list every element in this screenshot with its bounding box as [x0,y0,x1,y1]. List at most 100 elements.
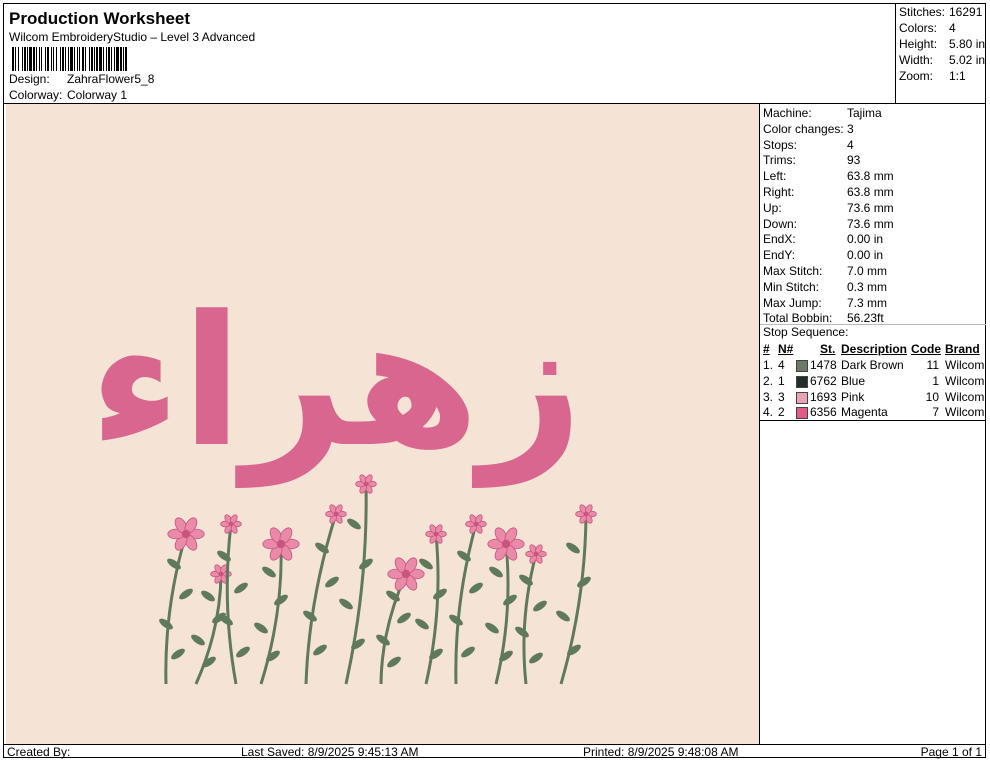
info-label: Trims: [763,153,796,168]
stem [225,523,238,685]
info-value: 0.00 in [847,248,884,263]
flower-center [218,571,224,577]
leaf [556,610,570,622]
leaf [503,594,517,606]
leaf [159,618,173,630]
col-code: Code [911,342,941,356]
machine-info-row: Trims: 93 [763,153,860,169]
leaf [529,652,543,664]
leaf [254,622,268,634]
machine-info-row: EndX: 0.00 in [763,232,883,248]
flower-center [276,539,286,549]
leaf [179,588,193,600]
flower-center [433,531,439,537]
color-code: 10 [925,389,939,404]
flower-center [181,529,191,539]
machine-info-row: Max Jump: 7.3 mm [763,296,887,312]
seq-number: 4. [763,405,774,420]
info-value: 63.8 mm [847,169,894,184]
info-value: Tajima [847,106,882,120]
info-label: EndX: [763,232,796,247]
info-label: Color changes: [763,121,844,136]
machine-info-row: Color changes: 3 [763,122,854,138]
info-value: 73.6 mm [847,216,894,231]
thread-brand: Wilcom [945,358,985,372]
flower-center [533,551,539,557]
leaf [397,612,411,624]
color-swatch [796,360,808,372]
color-swatch [796,391,808,404]
leaf [566,542,580,554]
created-by: Created By: [7,745,71,759]
info-value: 73.6 mm [847,200,894,215]
leaf [415,618,429,630]
software-subtitle: Wilcom EmbroideryStudio – Level 3 Advanc… [9,30,256,44]
design-label: Design: [9,72,50,86]
leaf [533,600,547,612]
info-label: Max Stitch: [763,264,823,278]
stitch-count: 1478 [810,358,837,372]
color-description: Pink [841,389,865,404]
stem [344,483,368,685]
stats-panel: Stitches: 16291 Colors: 4 Height: 5.80 in W… [895,3,986,104]
machine-info-row: Left: 63.8 mm [763,169,894,185]
seq-number: 3. [763,389,774,404]
flower-center [583,511,589,517]
machine-info-panel: Machine: Tajima Color changes: 3 Stops: 4 Trim… [759,104,986,744]
thread-brand: Wilcom [945,373,985,388]
col-description: Description [841,342,908,356]
stop-sequence-row: 1. 4 1478 Dark Brown 11 Wilcom [760,358,986,374]
stat-width: Width: 5.02 in [899,53,986,67]
info-label: Right: [763,185,795,199]
col-brand: Brand [945,342,980,356]
stem [379,573,408,685]
stop-sequence-row: 2. 1 6762 Blue 1 Wilcom [760,374,986,390]
info-value: 7.3 mm [847,295,888,310]
stem [494,543,510,685]
machine-info-row: Down: 73.6 mm [763,217,894,233]
flower-center [333,511,339,517]
leaf [262,566,276,578]
machine-info-row: Machine: Tajima [763,106,882,122]
leaf [489,566,503,578]
info-label: Left: [763,169,787,184]
colorway-label: Colorway: [9,88,63,102]
stem [424,533,440,685]
machine-info-row: Min Stitch: 0.3 mm [763,280,887,296]
thread-brand: Wilcom [945,405,985,420]
stat-colors: Colors: 4 [899,21,956,35]
stem [522,553,538,685]
worksheet-header: Production Worksheet Wilcom EmbroiderySt… [3,3,895,104]
worksheet-footer: Created By: Last Saved: 8/9/2025 9:45:13… [3,744,986,759]
leaf [387,656,401,668]
barcode [12,47,210,71]
leaf [419,558,433,570]
stop-sequence-row: 3. 3 1693 Pink 10 Wilcom [760,390,986,406]
needle-number: 3 [778,389,785,404]
design-preview[interactable]: زهراء [6,104,759,744]
leaf [461,646,475,658]
printed-date: Printed: 8/9/2025 9:48:08 AM [583,745,739,759]
color-code: 7 [932,405,939,420]
sequence-end-line [760,420,986,421]
info-label: EndY: [763,248,796,263]
leaf [515,626,529,638]
page-number: Page 1 of 1 [920,745,982,759]
colorway-value: Colorway 1 [67,88,128,102]
barcode-bar [127,47,128,71]
leaf [171,648,185,660]
leaf [339,598,353,610]
machine-info-row: Up: 73.6 mm [763,201,894,217]
leaf [274,594,288,606]
color-code: 1 [932,373,939,388]
flower-center [228,521,234,527]
leaf [313,644,327,656]
leaf [325,576,339,588]
flower-center [473,521,479,527]
stop-sequence-row: 4. 2 6356 Magenta 7 Wilcom [760,405,986,421]
leaf [449,614,463,626]
color-swatch [796,375,808,388]
machine-info-row: Max Stitch: 7.0 mm [763,264,887,280]
machine-info-row: Stops: 4 [763,138,854,154]
embroidery-design: زهراء [89,278,597,685]
